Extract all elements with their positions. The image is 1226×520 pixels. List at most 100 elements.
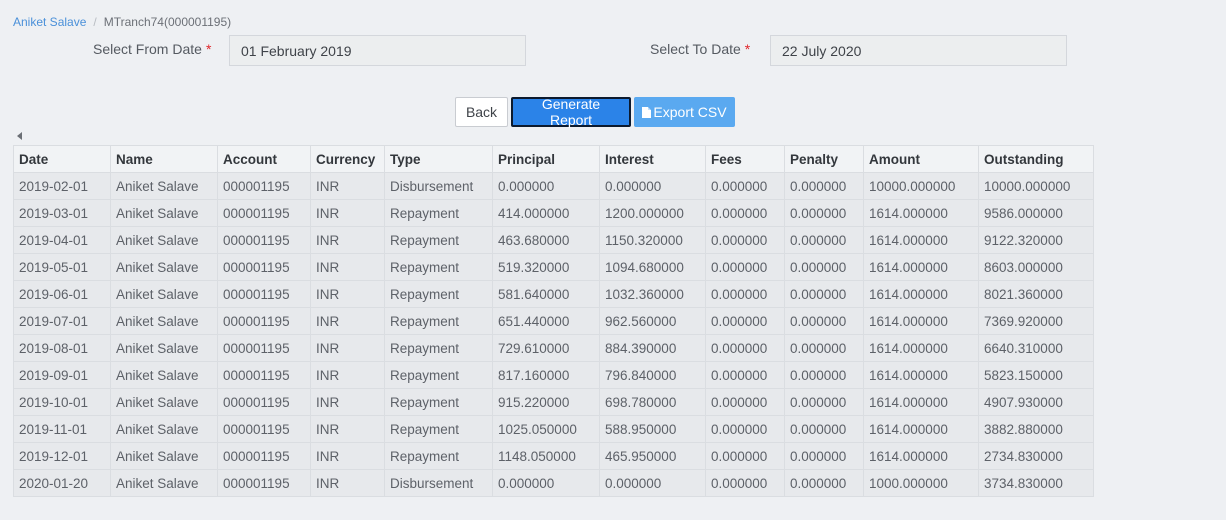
cell-name: Aniket Salave xyxy=(110,334,218,362)
cell-penalty: 0.000000 xyxy=(784,334,864,362)
cell-date: 2019-03-01 xyxy=(13,199,111,227)
column-header-outstanding[interactable]: Outstanding xyxy=(978,145,1094,173)
back-button[interactable]: Back xyxy=(455,97,508,127)
breadcrumb-client-link[interactable]: Aniket Salave xyxy=(13,15,86,29)
cell-interest: 962.560000 xyxy=(599,307,706,335)
cell-type: Repayment xyxy=(384,361,493,389)
cell-principal: 651.440000 xyxy=(492,307,600,335)
column-header-penalty[interactable]: Penalty xyxy=(784,145,864,173)
cell-type: Disbursement xyxy=(384,469,493,497)
cell-date: 2019-09-01 xyxy=(13,361,111,389)
to-date-input[interactable] xyxy=(770,35,1067,66)
cell-date: 2019-06-01 xyxy=(13,280,111,308)
cell-outstanding: 5823.150000 xyxy=(978,361,1094,389)
cell-fees: 0.000000 xyxy=(705,226,785,254)
scroll-left-arrow-icon[interactable] xyxy=(17,132,22,140)
cell-penalty: 0.000000 xyxy=(784,388,864,416)
cell-penalty: 0.000000 xyxy=(784,361,864,389)
cell-date: 2019-05-01 xyxy=(13,253,111,281)
cell-outstanding: 9586.000000 xyxy=(978,199,1094,227)
generate-report-button[interactable]: Generate Report xyxy=(511,96,631,128)
cell-account: 000001195 xyxy=(217,307,311,335)
table-row: 2019-09-01 Aniket Salave 000001195 INR Repay… xyxy=(13,361,1094,389)
cell-account: 000001195 xyxy=(217,199,311,227)
cell-fees: 0.000000 xyxy=(705,199,785,227)
cell-penalty: 0.000000 xyxy=(784,442,864,470)
column-header-name[interactable]: Name xyxy=(110,145,218,173)
column-header-interest[interactable]: Interest xyxy=(599,145,706,173)
cell-amount: 1614.000000 xyxy=(863,388,979,416)
from-date-label: Select From Date * xyxy=(93,41,211,57)
cell-penalty: 0.000000 xyxy=(784,253,864,281)
table-row: 2019-02-01 Aniket Salave 000001195 INR Disbu… xyxy=(13,172,1094,200)
cell-account: 000001195 xyxy=(217,388,311,416)
required-marker: * xyxy=(744,41,751,57)
breadcrumb-separator: / xyxy=(93,15,97,29)
column-header-date[interactable]: Date xyxy=(13,145,111,173)
cell-type: Repayment xyxy=(384,280,493,308)
cell-amount: 1614.000000 xyxy=(863,442,979,470)
cell-fees: 0.000000 xyxy=(705,172,785,200)
cell-principal: 414.000000 xyxy=(492,199,600,227)
cell-name: Aniket Salave xyxy=(110,361,218,389)
cell-name: Aniket Salave xyxy=(110,226,218,254)
cell-amount: 1614.000000 xyxy=(863,334,979,362)
cell-account: 000001195 xyxy=(217,469,311,497)
table-row: 2019-06-01 Aniket Salave 000001195 INR Repay… xyxy=(13,280,1094,308)
export-csv-label: Export CSV xyxy=(653,104,727,120)
report-table: Date Name Account Currency Type Principal Inte… xyxy=(13,145,1094,497)
table-row: 2019-11-01 Aniket Salave 000001195 INR Repay… xyxy=(13,415,1094,443)
cell-account: 000001195 xyxy=(217,361,311,389)
breadcrumb-current: MTranch74(000001195) xyxy=(103,15,232,29)
cell-name: Aniket Salave xyxy=(110,172,218,200)
cell-fees: 0.000000 xyxy=(705,253,785,281)
column-header-principal[interactable]: Principal xyxy=(492,145,600,173)
cell-fees: 0.000000 xyxy=(705,334,785,362)
cell-account: 000001195 xyxy=(217,334,311,362)
cell-name: Aniket Salave xyxy=(110,388,218,416)
cell-fees: 0.000000 xyxy=(705,388,785,416)
file-icon xyxy=(642,106,652,118)
cell-account: 000001195 xyxy=(217,442,311,470)
cell-date: 2019-11-01 xyxy=(13,415,111,443)
cell-principal: 0.000000 xyxy=(492,469,600,497)
from-date-input[interactable] xyxy=(229,35,526,66)
cell-penalty: 0.000000 xyxy=(784,469,864,497)
cell-interest: 698.780000 xyxy=(599,388,706,416)
cell-principal: 915.220000 xyxy=(492,388,600,416)
cell-amount: 1614.000000 xyxy=(863,226,979,254)
cell-currency: INR xyxy=(310,253,385,281)
cell-name: Aniket Salave xyxy=(110,199,218,227)
cell-interest: 1150.320000 xyxy=(599,226,706,254)
cell-amount: 1614.000000 xyxy=(863,280,979,308)
export-csv-button[interactable]: Export CSV xyxy=(634,97,735,127)
cell-currency: INR xyxy=(310,307,385,335)
cell-name: Aniket Salave xyxy=(110,253,218,281)
cell-currency: INR xyxy=(310,388,385,416)
cell-fees: 0.000000 xyxy=(705,280,785,308)
cell-type: Disbursement xyxy=(384,172,493,200)
cell-currency: INR xyxy=(310,361,385,389)
cell-interest: 1094.680000 xyxy=(599,253,706,281)
column-header-amount[interactable]: Amount xyxy=(863,145,979,173)
table-header-row: Date Name Account Currency Type Principal Inte… xyxy=(13,145,1094,173)
cell-date: 2019-08-01 xyxy=(13,334,111,362)
cell-principal: 0.000000 xyxy=(492,172,600,200)
cell-amount: 1614.000000 xyxy=(863,253,979,281)
cell-date: 2020-01-20 xyxy=(13,469,111,497)
cell-interest: 1200.000000 xyxy=(599,199,706,227)
column-header-account[interactable]: Account xyxy=(217,145,311,173)
cell-outstanding: 8603.000000 xyxy=(978,253,1094,281)
column-header-currency[interactable]: Currency xyxy=(310,145,385,173)
table-row: 2019-03-01 Aniket Salave 000001195 INR Repay… xyxy=(13,199,1094,227)
table-row: 2019-10-01 Aniket Salave 000001195 INR Repay… xyxy=(13,388,1094,416)
column-header-type[interactable]: Type xyxy=(384,145,493,173)
column-header-fees[interactable]: Fees xyxy=(705,145,785,173)
cell-date: 2019-04-01 xyxy=(13,226,111,254)
cell-type: Repayment xyxy=(384,442,493,470)
cell-penalty: 0.000000 xyxy=(784,172,864,200)
cell-interest: 465.950000 xyxy=(599,442,706,470)
cell-date: 2019-12-01 xyxy=(13,442,111,470)
cell-currency: INR xyxy=(310,334,385,362)
cell-currency: INR xyxy=(310,442,385,470)
